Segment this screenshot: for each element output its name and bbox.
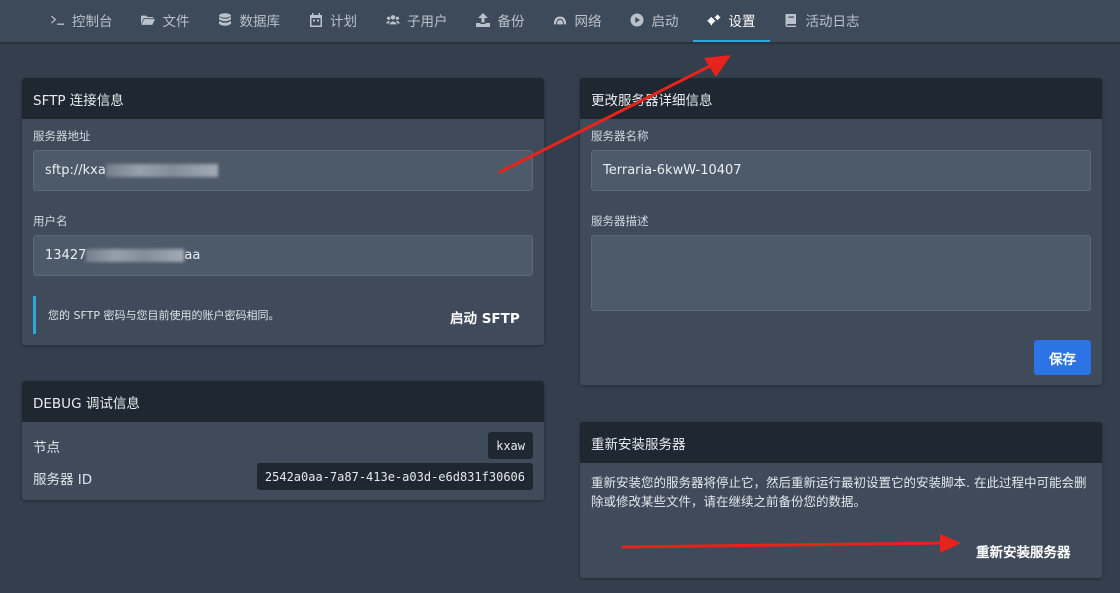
server-name-value: Terraria-6kwW-10407 [603,163,742,178]
server-id-label: 服务器 ID [33,472,93,488]
sftp-panel: SFTP 连接信息 服务器地址 sftp://kxa 用户名 13427 aa … [22,78,544,345]
reinstall-server-button[interactable]: 重新安装服务器 [976,541,1071,561]
nav-item-startup[interactable]: 启动 [616,0,693,42]
nav-item-label: 计划 [330,14,357,30]
gears-icon [707,13,722,27]
book-icon [784,13,799,27]
save-button[interactable]: 保存 [1034,340,1091,375]
upload-icon [476,13,491,27]
server-address-label: 服务器地址 [33,129,91,143]
username-label: 用户名 [33,214,68,228]
username-field[interactable]: 13427 aa [33,235,533,276]
server-name-input[interactable]: Terraria-6kwW-10407 [591,150,1091,191]
sftp-panel-title: SFTP 连接信息 [22,78,544,119]
server-id-value: 2542a0aa-7a87-413e-a03d-e6d831f30606 [256,463,533,490]
nav-item-activity[interactable]: 活动日志 [770,0,874,42]
nav-item-label: 启动 [651,14,679,30]
server-description-label: 服务器描述 [591,214,649,228]
server-address-field[interactable]: sftp://kxa [33,150,533,191]
server-description-textarea[interactable] [591,235,1091,311]
nav-item-label: 活动日志 [805,14,860,30]
calendar-icon [308,13,323,27]
sftp-password-note-text: 您的 SFTP 密码与您目前使用的账户密码相同。 [48,309,280,322]
nav-item-label: 子用户 [407,14,448,30]
redacted-text [105,164,218,177]
debug-panel: DEBUG 调试信息 节点 kxaw 服务器 ID 2542a0aa-7a87-… [22,381,544,500]
nav-item-subusers[interactable]: 子用户 [371,0,462,42]
server-details-title: 更改服务器详细信息 [580,78,1102,119]
node-label: 节点 [33,440,60,456]
nav-item-schedules[interactable]: 计划 [294,0,371,42]
reinstall-description: 重新安装您的服务器将停止它，然后重新运行最初设置它的安装脚本. 在此过程中可能会… [591,475,1087,509]
reinstall-panel-title: 重新安装服务器 [580,422,1102,463]
redacted-text [86,249,185,262]
nav-item-label: 数据库 [239,14,281,30]
terminal-icon [50,13,65,27]
nav-item-files[interactable]: 文件 [127,0,204,42]
network-icon [553,13,568,27]
nav-item-label: 设置 [728,14,756,30]
nav-item-label: 网络 [574,14,602,30]
folder-icon [141,13,156,27]
nav-item-settings[interactable]: 设置 [692,0,770,42]
database-icon [218,13,233,27]
top-navigation: 控制台 文件 数据库 计划 子用户 备份 网络 启动 设置 活动日志 [0,0,1120,42]
server-address-value: sftp://kxa [45,163,106,178]
debug-panel-title: DEBUG 调试信息 [22,381,544,422]
nav-item-label: 控制台 [72,14,113,30]
nav-item-label: 备份 [497,14,525,30]
play-icon [630,13,645,27]
server-name-label: 服务器名称 [591,129,649,143]
username-prefix: 13427 [45,248,87,263]
username-suffix: aa [184,248,201,263]
server-details-panel: 更改服务器详细信息 服务器名称 Terraria-6kwW-10407 服务器描… [580,78,1102,385]
nav-item-network[interactable]: 网络 [539,0,616,42]
nav-item-backups[interactable]: 备份 [462,0,539,42]
nav-item-label: 文件 [162,14,190,30]
nav-item-console[interactable]: 控制台 [36,0,127,42]
reinstall-panel: 重新安装服务器 重新安装您的服务器将停止它，然后重新运行最初设置它的安装脚本. … [580,422,1102,578]
node-value: kxaw [488,432,533,459]
nav-item-databases[interactable]: 数据库 [204,0,295,42]
users-icon [385,13,400,27]
launch-sftp-button[interactable]: 启动 SFTP [450,307,520,327]
server-description-input[interactable] [603,236,1090,310]
